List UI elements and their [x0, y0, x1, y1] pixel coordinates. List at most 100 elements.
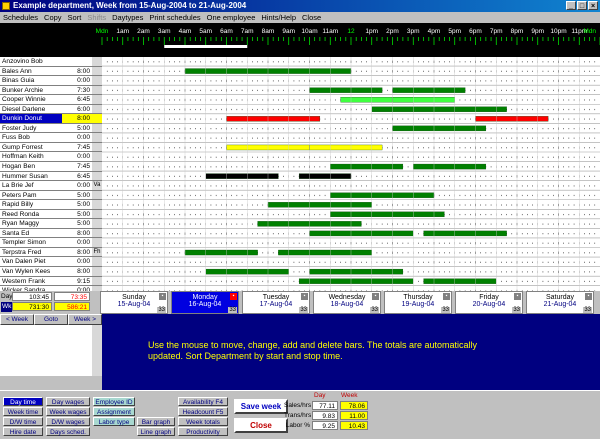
headcount-button[interactable]: Headcount F5: [178, 407, 228, 416]
availability-button[interactable]: Availability F4: [178, 397, 228, 406]
week-time-button[interactable]: Week time: [3, 407, 43, 416]
minimize-icon[interactable]: _: [566, 1, 576, 10]
daytype-flag[interactable]: [92, 152, 102, 163]
employee-name[interactable]: Foster Judy: [0, 124, 62, 134]
daytype-flag[interactable]: [92, 162, 102, 172]
day-tab[interactable]: Wednesday 18-Aug-04 33 ▪: [313, 291, 381, 314]
daytype-flag[interactable]: [92, 104, 102, 115]
menu-copy[interactable]: Copy: [41, 12, 65, 23]
dw-wages-button[interactable]: D/W wages: [46, 417, 90, 426]
shift-bar: [454, 106, 507, 112]
employee-name[interactable]: Bunker Archie: [0, 86, 62, 96]
employee-name[interactable]: Western Frank: [0, 277, 62, 287]
day-menu-icon[interactable]: ▪: [585, 293, 592, 300]
employee-name[interactable]: Dunkin Donut: [0, 114, 62, 124]
menu-one-employee[interactable]: One employee: [204, 12, 259, 23]
daytype-flag[interactable]: [92, 238, 102, 248]
assignment-button[interactable]: Assignment: [93, 407, 135, 416]
daytype-flag[interactable]: [92, 267, 102, 277]
daytype-flag[interactable]: [92, 57, 102, 67]
employee-name[interactable]: Ryan Maggy: [0, 219, 62, 229]
employee-name[interactable]: Santa Ed: [0, 229, 62, 239]
day-tab[interactable]: Sunday 15-Aug-04 33 ▪: [100, 291, 168, 314]
days-sched-button[interactable]: Days sched.: [46, 427, 90, 436]
menu-sort[interactable]: Sort: [65, 12, 85, 23]
employee-name[interactable]: Reed Ronda: [0, 210, 62, 220]
week-totals-button[interactable]: Week totals: [178, 417, 228, 426]
employee-name[interactable]: Binas Guia: [0, 76, 62, 86]
day-menu-icon[interactable]: ▪: [230, 293, 237, 300]
next-week-button[interactable]: Week >: [68, 314, 102, 325]
employee-name[interactable]: Hogan Ben: [0, 162, 62, 172]
employee-name[interactable]: Terpstra Fred: [0, 248, 62, 258]
hour-label: 3pm: [407, 28, 420, 35]
day-tab[interactable]: Thursday 19-Aug-04 33 ▪: [384, 291, 452, 314]
daytype-flag[interactable]: [92, 114, 102, 124]
prev-week-button[interactable]: < Week: [0, 314, 34, 325]
day-menu-icon[interactable]: ▪: [443, 293, 450, 300]
employee-name[interactable]: Hummer Susan: [0, 172, 62, 182]
labor-type-button[interactable]: Labor type: [93, 417, 135, 426]
line-graph-button[interactable]: Line graph: [137, 427, 175, 436]
employee-name[interactable]: Van Dalen Piet: [0, 257, 62, 268]
bar-graph-button[interactable]: Bar graph: [137, 417, 175, 426]
daytype-flag[interactable]: [92, 123, 102, 134]
day-tab[interactable]: Monday 16-Aug-04 33 ▪: [171, 291, 239, 314]
menu-close[interactable]: Close: [299, 12, 324, 23]
daytype-flag[interactable]: [92, 209, 102, 220]
menu-hints-help[interactable]: Hints/Help: [258, 12, 299, 23]
daytype-flag[interactable]: [92, 85, 102, 96]
day-wages-button[interactable]: Day wages: [46, 397, 90, 406]
close-icon[interactable]: ×: [588, 1, 598, 10]
daytype-flag[interactable]: Fh: [92, 247, 102, 258]
employee-name[interactable]: Cooper Winnie: [0, 95, 62, 105]
employee-name[interactable]: Hoffman Keith: [0, 152, 62, 163]
week-wages-button[interactable]: Week wages: [46, 407, 90, 416]
employee-name[interactable]: Rapid Billy: [0, 200, 62, 210]
dw-time-button[interactable]: D/W time: [3, 417, 43, 426]
day-menu-icon[interactable]: ▪: [514, 293, 521, 300]
daytype-flag[interactable]: [92, 95, 102, 105]
employee-name[interactable]: Peters Pam: [0, 191, 62, 201]
daytype-flag[interactable]: [92, 276, 102, 287]
schedule-grid-svg[interactable]: [102, 57, 600, 291]
menu-daytypes[interactable]: Daytypes: [109, 12, 146, 23]
daytype-flag[interactable]: [92, 76, 102, 86]
day-tab[interactable]: Friday 20-Aug-04 33 ▪: [455, 291, 523, 314]
daytype-flag[interactable]: Va: [92, 181, 102, 191]
title-bar: Example department, Week from 15-Aug-200…: [0, 0, 600, 12]
menu-schedules[interactable]: Schedules: [0, 12, 41, 23]
daytype-flag[interactable]: [92, 228, 102, 239]
close-button[interactable]: Close: [234, 418, 288, 433]
day-time-button[interactable]: Day time: [3, 397, 43, 406]
goto-button[interactable]: Goto: [34, 314, 68, 325]
employee-name[interactable]: Bales Ann: [0, 67, 62, 77]
hire-date-button[interactable]: Hire date: [3, 427, 43, 436]
daytype-flag[interactable]: [92, 133, 102, 143]
employee-name[interactable]: Anzovino Bob: [0, 57, 62, 67]
employee-name[interactable]: Diesel Darlene: [0, 105, 62, 115]
daytype-flag[interactable]: [92, 171, 102, 182]
daytype-flag[interactable]: [92, 66, 102, 77]
day-menu-icon[interactable]: ▪: [372, 293, 379, 300]
save-week-button[interactable]: Save week: [234, 399, 288, 414]
employee-name[interactable]: Templer Simon: [0, 238, 62, 248]
productivity-button[interactable]: Productivity: [178, 427, 228, 436]
day-tab[interactable]: Tuesday 17-Aug-04 33 ▪: [242, 291, 310, 314]
daytype-flag[interactable]: [92, 257, 102, 268]
employee-name[interactable]: Fuss Bob: [0, 133, 62, 143]
daytype-flag[interactable]: [92, 142, 102, 153]
maximize-icon[interactable]: □: [577, 1, 587, 10]
employee-name[interactable]: Gump Forrest: [0, 143, 62, 153]
daytype-flag[interactable]: [92, 200, 102, 210]
time-ruler[interactable]: Mdn 1am 2am 3am 4am 5am 6am 7am 8am 9am 10am 11am 12…: [0, 23, 600, 57]
employee-name[interactable]: Van Wylen Kees: [0, 267, 62, 277]
menu-print-schedules[interactable]: Print schedules: [146, 12, 203, 23]
employee-name[interactable]: La Brie Jef: [0, 181, 62, 191]
daytype-flag[interactable]: [92, 219, 102, 229]
day-tab[interactable]: Saturday 21-Aug-04 33 ▪: [526, 291, 594, 314]
daytype-flag[interactable]: [92, 190, 102, 201]
day-menu-icon[interactable]: ▪: [301, 293, 308, 300]
day-menu-icon[interactable]: ▪: [159, 293, 166, 300]
employee-id-button[interactable]: Employee ID: [93, 397, 135, 406]
